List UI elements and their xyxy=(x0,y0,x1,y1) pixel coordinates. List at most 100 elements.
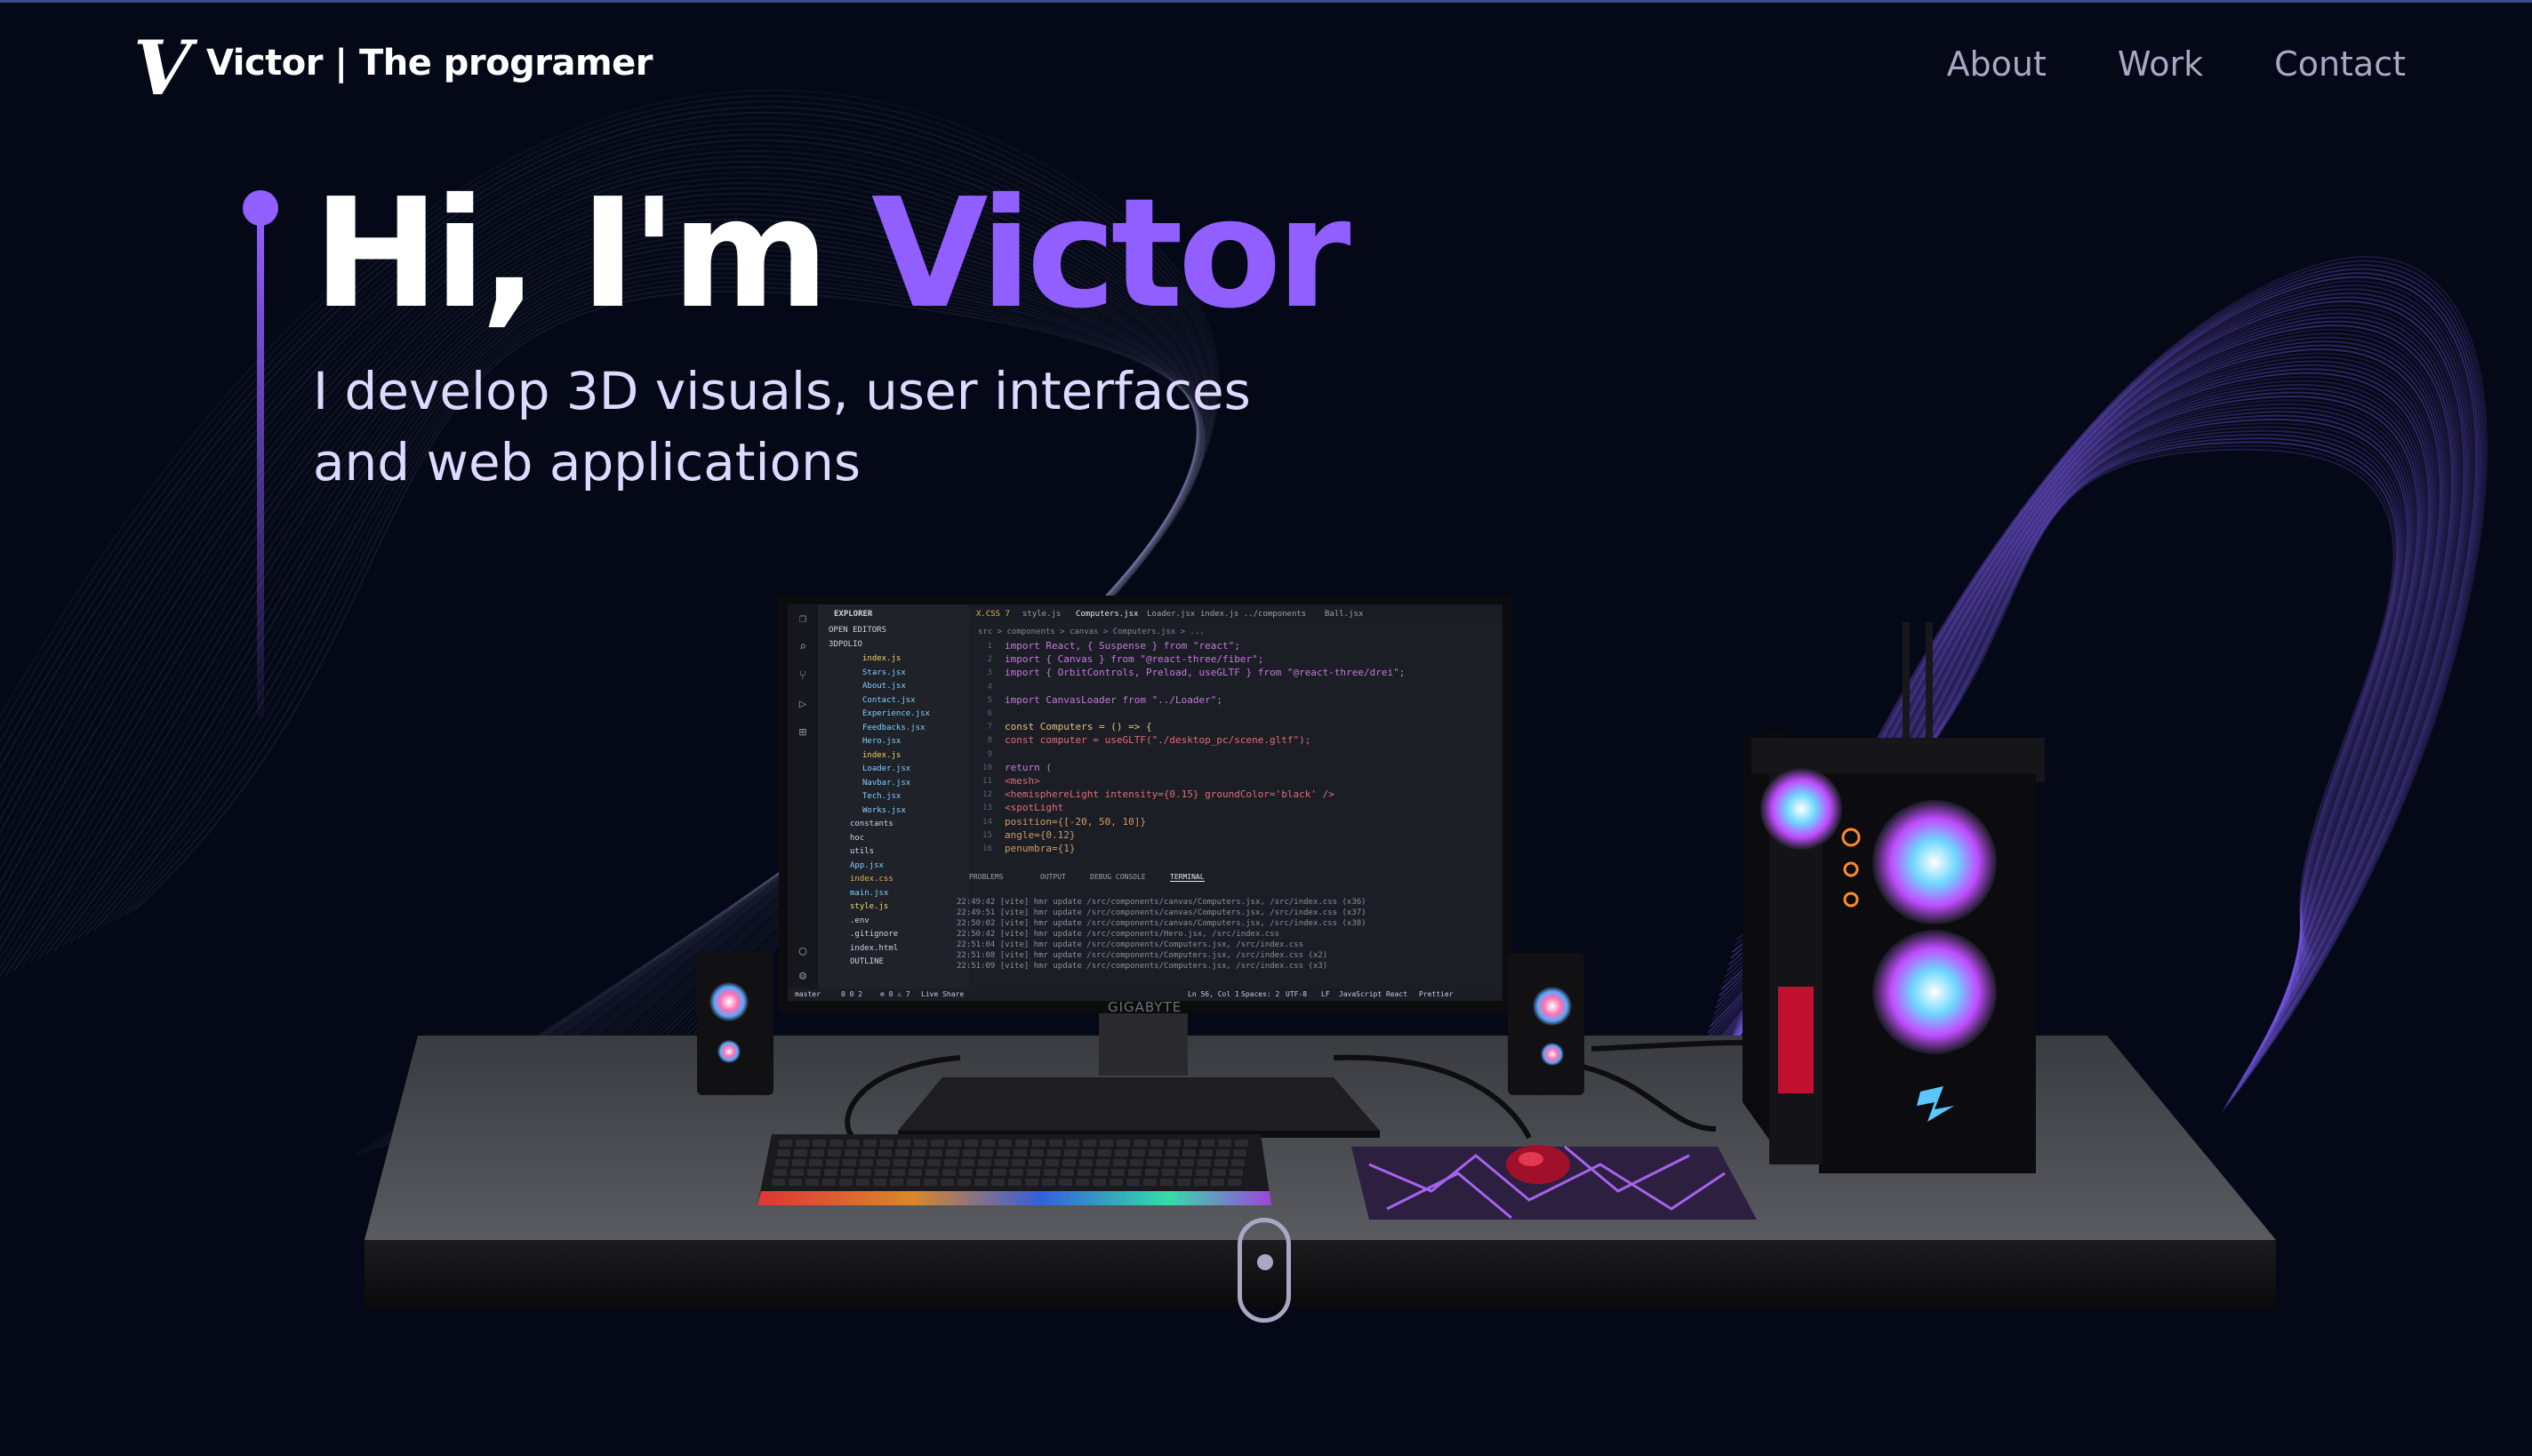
tree-item: App.jsx xyxy=(850,860,884,870)
tree-item: hoc xyxy=(850,833,865,843)
tab: Ball.jsx xyxy=(1325,610,1364,619)
search-icon: ⌕ xyxy=(798,640,807,654)
line-number: 11 xyxy=(982,777,992,786)
terminal-line: 22:49:42 [vite] hmr update /src/componen… xyxy=(957,898,1366,907)
code-line: import { OrbitControls, Preload, useGLTF… xyxy=(1005,667,1406,679)
tree-item: OUTLINE xyxy=(850,957,884,966)
status-item: Prettier xyxy=(1419,990,1454,998)
keyboard xyxy=(757,1134,1271,1205)
code-line: const Computers = () => { xyxy=(1005,721,1152,733)
editor-tabs: X.CSS 7 style.js Computers.jsx Loader.js… xyxy=(969,604,1502,624)
explorer-icon: ❐ xyxy=(798,612,807,626)
terminal-line: 22:51:04 [vite] hmr update /src/componen… xyxy=(957,940,1304,949)
code-line: return ( xyxy=(1005,761,1052,773)
panel-tab: DEBUG CONSOLE xyxy=(1090,873,1146,881)
status-item: ⊗ 0 ⚠ 7 xyxy=(880,990,910,998)
line-number: 9 xyxy=(987,749,992,759)
code-line: <spotLight xyxy=(1005,802,1064,814)
line-number: 12 xyxy=(982,790,992,800)
tab: style.js xyxy=(1022,610,1062,619)
scroll-indicator-dot xyxy=(1257,1254,1273,1270)
status-item: UTF-8 xyxy=(1286,990,1308,998)
project-folder: 3DPOLIO xyxy=(829,640,862,649)
tree-item: index.html xyxy=(850,943,899,953)
monitor-screen-code-editor: ❐ ⌕ ⑂ ▷ ⊞ ◯ ⚙ EXPLORER OPEN EDITORS 3DPO… xyxy=(788,604,1502,1001)
account-icon: ◯ xyxy=(798,944,807,958)
code-line: angle={0.12} xyxy=(1005,828,1076,841)
tree-item: Feedbacks.jsx xyxy=(862,723,925,732)
code-line: penumbra={1} xyxy=(1005,843,1076,854)
tree-item: Loader.jsx xyxy=(862,764,911,773)
line-number: 13 xyxy=(982,804,992,813)
tree-item: Experience.jsx xyxy=(862,709,930,718)
code-line: <hemisphereLight intensity={0.15} ground… xyxy=(1005,788,1334,801)
extensions-icon: ⊞ xyxy=(798,725,807,740)
line-number: 1 xyxy=(987,642,992,651)
tab: X.CSS 7 xyxy=(976,610,1010,619)
tab: Loader.jsx xyxy=(1147,610,1196,619)
settings-icon: ⚙ xyxy=(798,969,807,983)
code-editor: 1 import React, { Suspense } from "react"… xyxy=(969,640,1502,854)
tree-item: .env xyxy=(850,916,869,925)
terminal-line: 22:51:09 [vite] hmr update /src/componen… xyxy=(957,962,1328,971)
tree-item: About.jsx xyxy=(862,682,906,691)
tree-item: Works.jsx xyxy=(862,805,906,815)
mouse xyxy=(1506,1145,1570,1184)
terminal-line: 22:50:42 [vite] hmr update /src/componen… xyxy=(957,930,1280,939)
tree-item: constants xyxy=(850,820,893,828)
line-number: 14 xyxy=(982,817,992,827)
tree-item: Stars.jsx xyxy=(862,668,906,677)
status-item: JavaScript React xyxy=(1339,990,1408,998)
line-number: 3 xyxy=(987,668,992,678)
tree-item: main.jsx xyxy=(850,888,889,898)
code-line: position={[-20, 50, 10]} xyxy=(1005,815,1146,828)
activity-bar: ❐ ⌕ ⑂ ▷ ⊞ ◯ ⚙ xyxy=(788,604,818,992)
terminal-line: 22:51:08 [vite] hmr update /src/componen… xyxy=(957,951,1328,960)
line-number: 2 xyxy=(987,655,992,665)
right-speaker xyxy=(1508,953,1584,1095)
status-item: Ln 56, Col 1 xyxy=(1188,990,1239,998)
tab: Computers.jsx xyxy=(1076,610,1139,619)
code-line: import React, { Suspense } from "react"; xyxy=(1005,640,1240,652)
line-number: 5 xyxy=(987,695,992,705)
status-item: 0 0 2 xyxy=(841,990,863,998)
line-number: 8 xyxy=(987,736,992,746)
tab: index.js ../components xyxy=(1200,610,1307,619)
panel-tabs: PROBLEMS OUTPUT DEBUG CONSOLE TERMINAL xyxy=(969,871,1502,885)
panel-tab: TERMINAL xyxy=(1170,873,1205,882)
code-line: import { Canvas } from "@react-three/fib… xyxy=(1005,653,1264,666)
terminal-line: 22:50:02 [vite] hmr update /src/componen… xyxy=(957,919,1366,928)
tree-item: index.js xyxy=(862,750,901,760)
status-item: Spaces: 2 xyxy=(1241,990,1280,998)
line-number: 15 xyxy=(982,830,992,840)
monitor-brand-label: GIGABYTE xyxy=(1108,999,1182,1015)
open-editors: OPEN EDITORS xyxy=(829,626,887,635)
left-speaker xyxy=(697,953,773,1095)
tree-item: Contact.jsx xyxy=(862,695,916,705)
status-item: master xyxy=(795,990,821,998)
tree-item: utils xyxy=(850,847,875,856)
tree-item: index.css xyxy=(850,875,893,884)
code-line: import CanvasLoader from "../Loader"; xyxy=(1005,693,1223,706)
tree-item: Tech.jsx xyxy=(862,792,901,801)
tree-item: style.js xyxy=(850,902,889,911)
pc-tower xyxy=(1743,622,2045,1173)
debug-icon: ▷ xyxy=(798,697,807,711)
line-number: 16 xyxy=(982,844,992,853)
line-number: 6 xyxy=(987,709,992,718)
tree-item: .gitignore xyxy=(850,930,899,939)
scroll-indicator-icon[interactable] xyxy=(1238,1218,1291,1323)
source-control-icon: ⑂ xyxy=(798,668,807,683)
explorer-sidebar: EXPLORER OPEN EDITORS 3DPOLIO index.js St… xyxy=(818,604,969,992)
line-number: 10 xyxy=(982,763,992,772)
terminal-line: 22:49:51 [vite] hmr update /src/componen… xyxy=(957,908,1366,917)
line-number: 7 xyxy=(987,723,992,732)
line-number: 4 xyxy=(987,682,992,692)
status-item: LF xyxy=(1321,990,1330,998)
status-item: Live Share xyxy=(921,990,965,998)
tree-item: Navbar.jsx xyxy=(862,778,911,788)
breadcrumb: src > components > canvas > Computers.js… xyxy=(978,628,1205,636)
code-line: <mesh> xyxy=(1005,775,1040,787)
panel-tab: PROBLEMS xyxy=(969,873,1004,881)
panel-tab: OUTPUT xyxy=(1040,873,1066,881)
